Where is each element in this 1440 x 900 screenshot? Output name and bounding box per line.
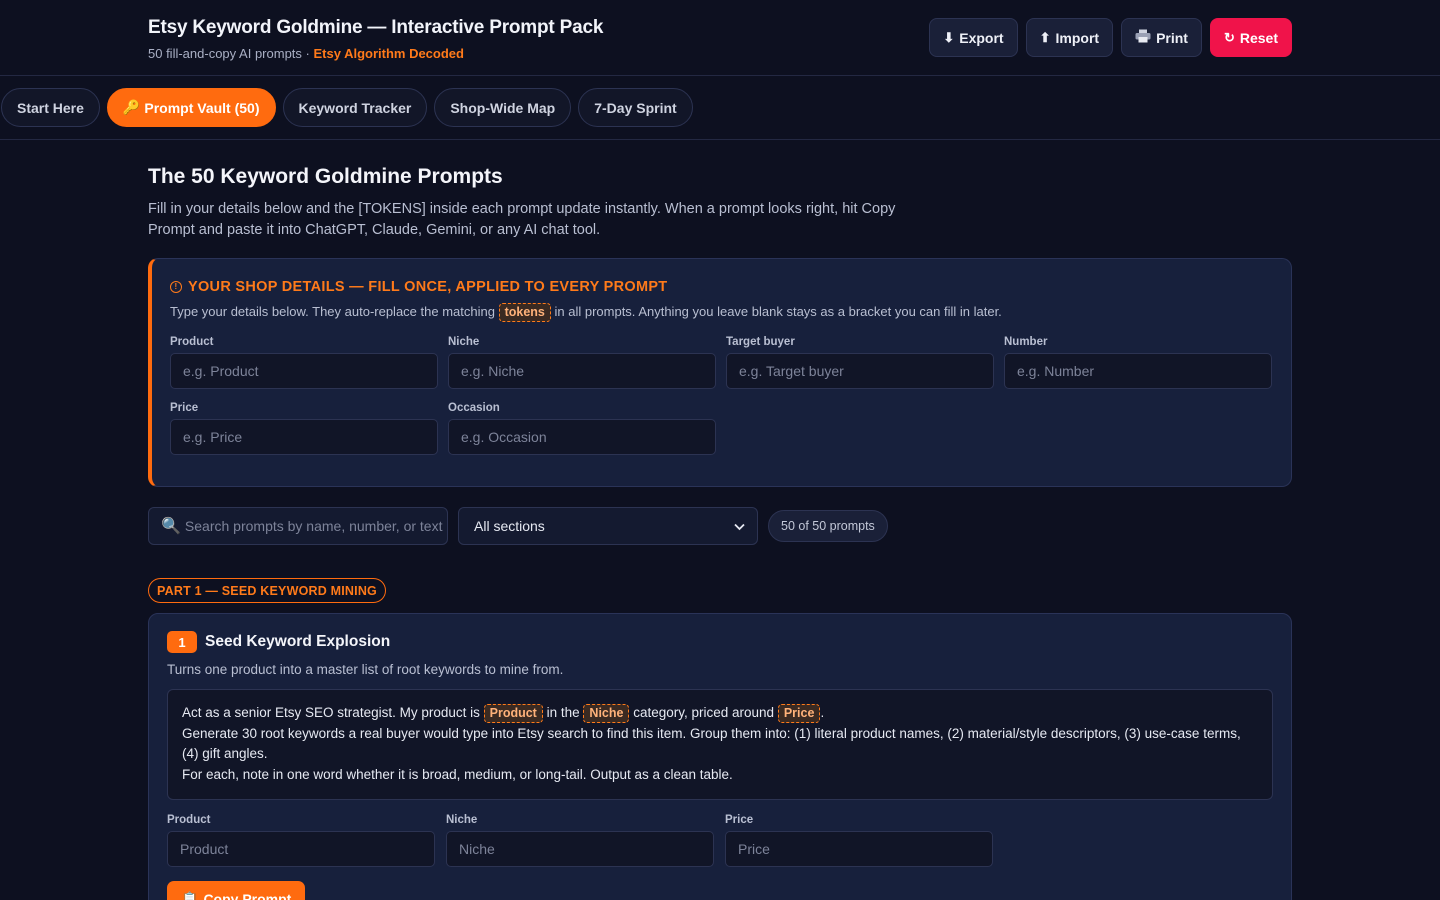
filter-bar: 🔍 All sections 50 of 50 prompts — [148, 507, 1292, 545]
import-button[interactable]: ⬆ Import — [1025, 18, 1114, 57]
field-label: Price — [170, 402, 199, 414]
prompt-line-1: Act as a senior Etsy SEO strategist. My … — [182, 703, 1258, 724]
app-subtitle: 50 fill-and-copy AI prompts · Etsy Algor… — [148, 46, 603, 61]
key-icon: 🔑 — [122, 99, 141, 115]
prompt-text-box: Act as a senior Etsy SEO strategist. My … — [167, 689, 1273, 800]
reset-label: Reset — [1239, 29, 1278, 46]
prompt-card-header: 1 Seed Keyword Explosion — [167, 631, 1273, 653]
prompt-text: category, priced around — [633, 705, 775, 720]
printer-icon — [1135, 29, 1151, 46]
price-input[interactable] — [170, 419, 438, 455]
prompt-field-price: Price — [725, 814, 993, 867]
tab-shop-wide-map[interactable]: Shop-Wide Map — [434, 88, 572, 127]
print-label: Print — [1156, 29, 1188, 46]
shop-details-note: Type your details below. They auto-repla… — [170, 303, 1273, 322]
field-label: Niche — [446, 814, 478, 826]
field-label: Niche — [448, 336, 480, 348]
export-button[interactable]: ⬇ Export — [929, 18, 1018, 57]
tab-prompt-vault-label: Prompt Vault (50) — [144, 99, 260, 116]
search-box: 🔍 — [148, 507, 448, 545]
token-price: Price — [777, 704, 821, 723]
shop-details-heading-text: YOUR SHOP DETAILS — FILL ONCE, APPLIED T… — [188, 279, 668, 295]
tab-7-day-sprint[interactable]: 7-Day Sprint — [578, 88, 693, 127]
section-select[interactable]: All sections — [458, 507, 758, 545]
prompt-fields: Product Niche Price — [167, 814, 1273, 867]
product-input[interactable] — [170, 353, 438, 389]
tab-prompt-vault[interactable]: 🔑 Prompt Vault (50) — [106, 88, 276, 127]
page-description: Fill in your details below and the [TOKE… — [148, 201, 896, 238]
reset-button[interactable]: ↻ Reset — [1209, 18, 1292, 57]
prompt-line-3: For each, note in one word whether it is… — [182, 766, 733, 782]
prompt-title: Seed Keyword Explosion — [205, 633, 391, 650]
download-arrow-icon: ⬇ — [943, 29, 955, 45]
field-label: Price — [725, 814, 754, 826]
field-label: Product — [170, 336, 214, 348]
shop-fields: Product Niche Target buyer Number Price … — [170, 336, 1273, 455]
prompt-count-badge: 50 of 50 prompts — [768, 510, 888, 542]
prompt-niche-input[interactable] — [446, 831, 714, 867]
token-niche: Niche — [583, 704, 630, 723]
search-input[interactable] — [184, 508, 447, 544]
note-after: in all prompts. Anything you leave blank… — [554, 304, 1002, 319]
prompt-description: Turns one product into a master list of … — [167, 662, 564, 677]
import-label: Import — [1055, 29, 1100, 46]
field-target-buyer: Target buyer — [726, 336, 994, 389]
number-input[interactable] — [1004, 353, 1272, 389]
top-header: Etsy Keyword Goldmine — Interactive Prom… — [0, 0, 1440, 76]
section-label: PART 1 — SEED KEYWORD MINING — [148, 578, 386, 603]
field-occasion: Occasion — [448, 402, 716, 455]
subtitle-text: 50 fill-and-copy AI prompts · — [148, 46, 310, 61]
prompt-field-product: Product — [167, 814, 435, 867]
clipboard-icon: 📋 — [181, 890, 199, 900]
occasion-input[interactable] — [448, 419, 716, 455]
prompt-text: . — [820, 705, 825, 720]
field-price: Price — [170, 402, 438, 455]
tab-keyword-tracker[interactable]: Keyword Tracker — [282, 88, 428, 127]
print-button[interactable]: Print — [1121, 18, 1202, 57]
note-before: Type your details below. They auto-repla… — [170, 304, 495, 319]
section-select-value: All sections — [474, 518, 545, 534]
prompt-text: in the — [546, 705, 580, 720]
field-label: Number — [1004, 336, 1048, 348]
reset-icon: ↻ — [1223, 29, 1235, 45]
search-icon: 🔍 — [161, 518, 181, 535]
field-product: Product — [170, 336, 438, 389]
copy-prompt-button[interactable]: 📋 Copy Prompt — [167, 881, 306, 900]
prompt-field-niche: Niche — [446, 814, 714, 867]
upload-arrow-icon: ⬆ — [1039, 29, 1051, 45]
export-label: Export — [959, 29, 1004, 46]
page-title: The 50 Keyword Goldmine Prompts — [148, 165, 503, 188]
field-label: Target buyer — [726, 336, 795, 348]
field-label: Occasion — [448, 402, 500, 414]
prompt-text: Act as a senior Etsy SEO strategist. My … — [182, 705, 480, 720]
prompt-line-2: Generate 30 root keywords a real buyer w… — [182, 725, 1241, 762]
shop-details-heading: ! YOUR SHOP DETAILS — FILL ONCE, APPLIED… — [170, 279, 1273, 295]
app-title: Etsy Keyword Goldmine — Interactive Prom… — [148, 17, 604, 38]
field-niche: Niche — [448, 336, 716, 389]
field-label: Product — [167, 814, 211, 826]
prompt-card: 1 Seed Keyword Explosion Turns one produ… — [148, 613, 1292, 900]
prompt-price-input[interactable] — [725, 831, 993, 867]
main-content: The 50 Keyword Goldmine Prompts Fill in … — [148, 140, 1292, 900]
token-product: Product — [483, 704, 543, 723]
shop-details-panel: ! YOUR SHOP DETAILS — FILL ONCE, APPLIED… — [148, 258, 1292, 487]
token-chip: tokens — [498, 303, 551, 322]
brand: Etsy Keyword Goldmine — Interactive Prom… — [148, 17, 603, 61]
target-buyer-input[interactable] — [726, 353, 994, 389]
tab-bar: Start Here 🔑 Prompt Vault (50) Keyword T… — [0, 76, 1440, 140]
prompt-product-input[interactable] — [167, 831, 435, 867]
copy-prompt-label: Copy Prompt — [203, 891, 292, 900]
tab-start-here[interactable]: Start Here — [1, 88, 100, 127]
tabs: Start Here 🔑 Prompt Vault (50) Keyword T… — [1, 88, 693, 127]
subtitle-accent: Etsy Algorithm Decoded — [313, 46, 464, 61]
info-circle-icon: ! — [170, 281, 182, 293]
field-number: Number — [1004, 336, 1272, 389]
chevron-down-icon — [734, 518, 745, 534]
header-actions: ⬇ Export ⬆ Import Print ↻ Reset — [929, 18, 1292, 57]
prompt-number-badge: 1 — [167, 631, 197, 653]
niche-input[interactable] — [448, 353, 716, 389]
